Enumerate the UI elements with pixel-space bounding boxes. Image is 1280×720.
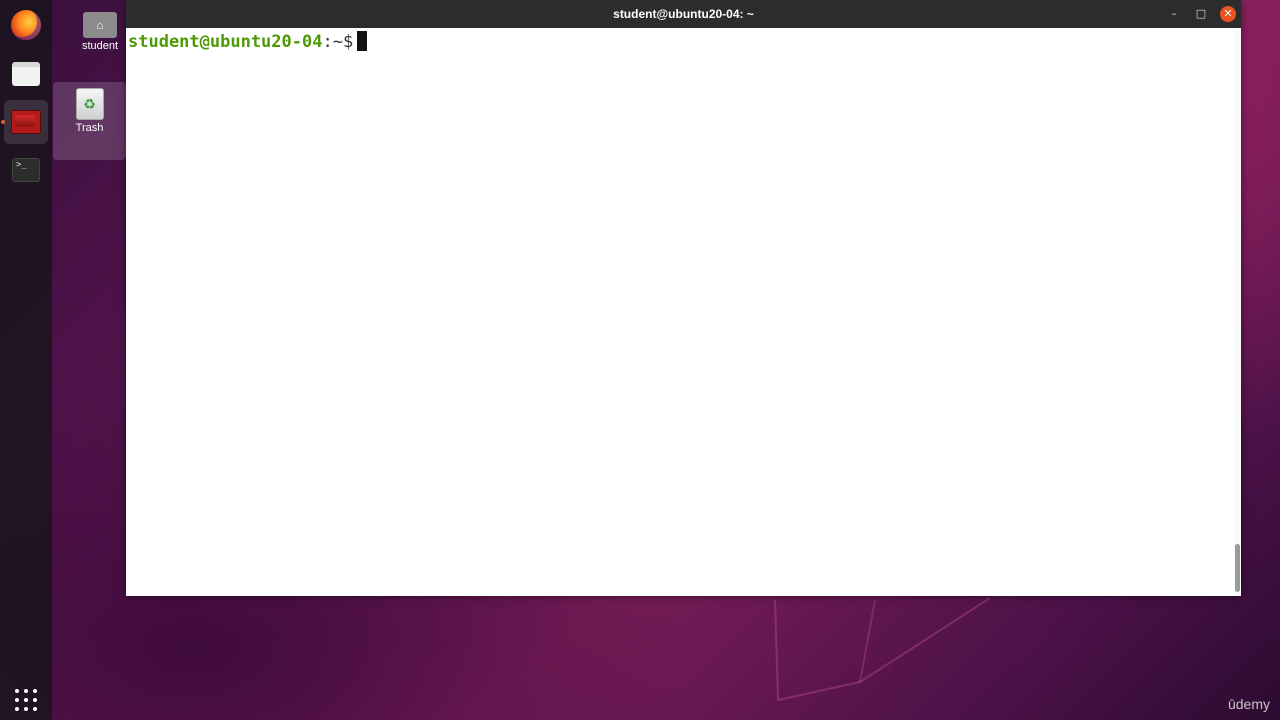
dock-terminal[interactable]: >_ [4, 148, 48, 192]
text-cursor [357, 31, 368, 51]
prompt-line: student@ubuntu20-04:~$ [128, 31, 368, 52]
home-folder-icon: ⌂ [83, 12, 117, 38]
scrollbar[interactable] [1234, 28, 1241, 596]
firefox-icon [11, 10, 41, 40]
prompt-path: :~$ [322, 32, 354, 52]
files-icon [12, 62, 40, 86]
maximize-button[interactable]: □ [1193, 6, 1209, 22]
minimize-button[interactable]: – [1166, 6, 1182, 22]
terminal-icon: >_ [12, 158, 40, 182]
trash-icon: ♻ [75, 88, 104, 120]
app-icon [11, 110, 41, 134]
show-applications-grid-icon[interactable] [15, 689, 37, 711]
terminal-output[interactable]: student@ubuntu20-04:~$ [126, 28, 1234, 596]
window-titlebar[interactable]: student@ubuntu20-04: ~ – □ ✕ [126, 0, 1241, 28]
dock: >_ [0, 0, 52, 720]
terminal-window: student@ubuntu20-04: ~ – □ ✕ student@ubu… [126, 0, 1241, 596]
desktop-icon-label: Trash [75, 122, 104, 134]
window-title: student@ubuntu20-04: ~ [613, 7, 754, 21]
dock-firefox[interactable] [4, 3, 48, 47]
desktop-icon-trash[interactable]: ♻ Trash [53, 82, 126, 160]
dock-app-active[interactable] [4, 100, 48, 144]
scrollbar-thumb[interactable] [1235, 544, 1240, 592]
dock-files[interactable] [4, 52, 48, 96]
prompt-user-host: student@ubuntu20-04 [128, 32, 323, 52]
udemy-watermark: ūdemy [1227, 696, 1270, 712]
close-button[interactable]: ✕ [1220, 6, 1236, 22]
